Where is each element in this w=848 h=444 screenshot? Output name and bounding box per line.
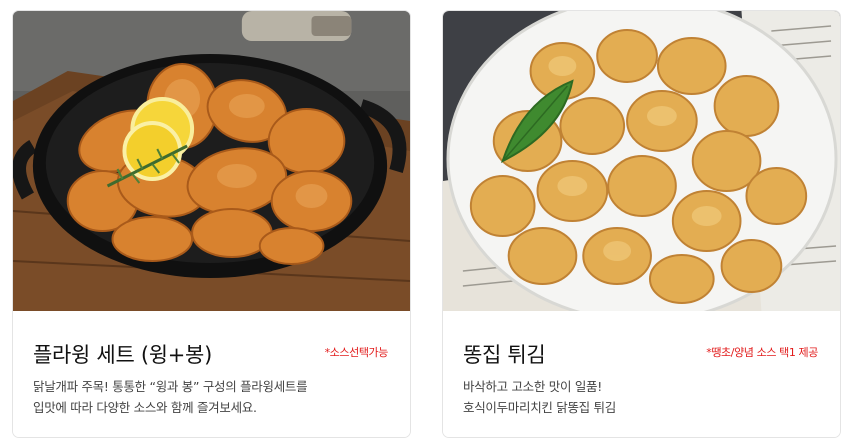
- description-line: 입맛에 따라 다양한 소스와 함께 즐겨보세요.: [33, 400, 257, 415]
- product-description: 바삭하고 고소한 맛이 일품! 호식이두마리치킨 닭똥집 튀김: [463, 376, 823, 418]
- product-card-gizzard-fries[interactable]: 똥집 튀김 *땡초/양념 소스 택1 제공 바삭하고 고소한 맛이 일품! 호식…: [442, 10, 841, 438]
- product-card-wing-set[interactable]: 플라윙 세트 (윙+봉) *소스선택가능 닭날개파 주목! 통통한 “윙과 봉”…: [12, 10, 411, 438]
- product-title: 플라윙 세트 (윙+봉): [33, 343, 212, 367]
- description-line: 바삭하고 고소한 맛이 일품!: [463, 379, 602, 394]
- product-title: 똥집 튀김: [463, 343, 546, 367]
- product-info-gizzard-fries: 똥집 튀김 *땡초/양념 소스 택1 제공 바삭하고 고소한 맛이 일품! 호식…: [443, 311, 840, 437]
- product-note: *소스선택가능: [324, 346, 389, 359]
- product-description: 닭날개파 주목! 통통한 “윙과 봉” 구성의 플라윙세트를 입맛에 따라 다양…: [33, 376, 393, 418]
- description-line: 닭날개파 주목! 통통한 “윙과 봉” 구성의 플라윙세트를: [33, 379, 308, 394]
- description-line: 호식이두마리치킨 닭똥집 튀김: [463, 400, 616, 415]
- product-info-wing-set: 플라윙 세트 (윙+봉) *소스선택가능 닭날개파 주목! 통통한 “윙과 봉”…: [13, 311, 410, 437]
- product-photo-gizzard-fries: [443, 11, 840, 311]
- product-note: *땡초/양념 소스 택1 제공: [706, 346, 818, 359]
- product-photo-wing-set: [13, 11, 410, 311]
